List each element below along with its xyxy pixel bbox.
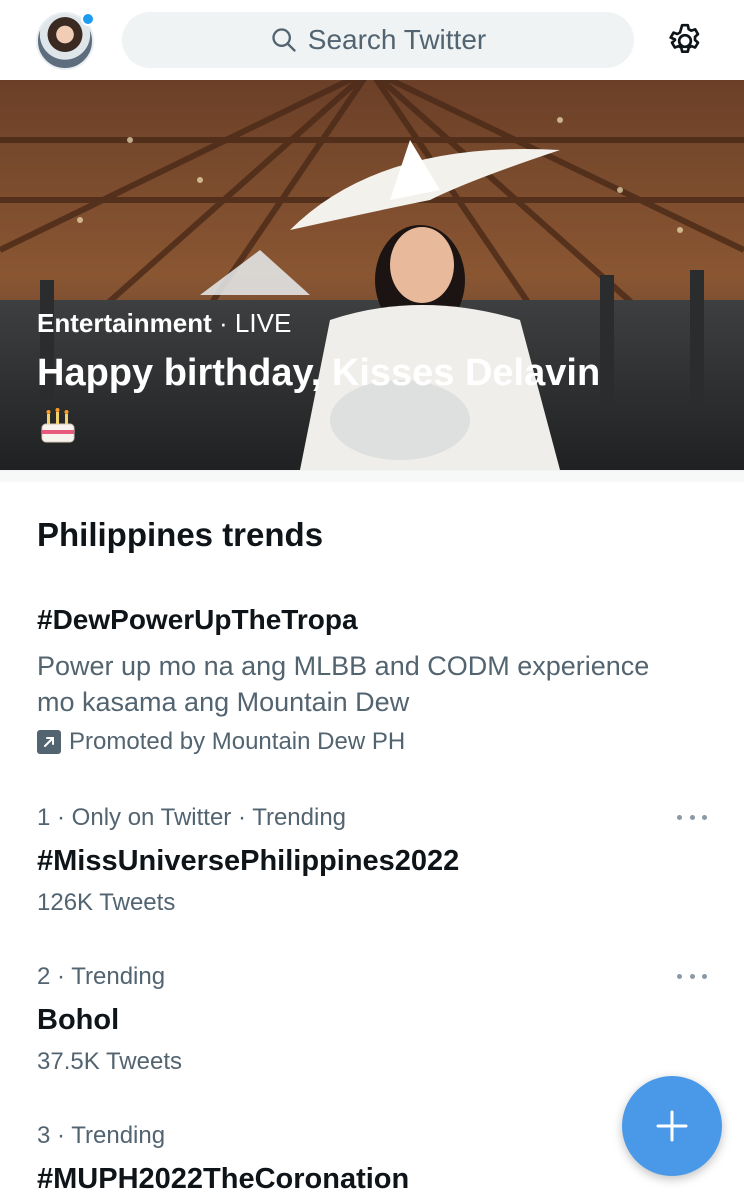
settings-button[interactable]	[664, 20, 706, 62]
trend-name: Bohol	[37, 1004, 120, 1036]
trend-tweet-count: 126K Tweets	[37, 889, 176, 916]
more-options-icon[interactable]	[677, 969, 707, 983]
trend-item[interactable]: 2 · Trending Bohol 37.5K Tweets	[37, 961, 707, 1079]
search-input[interactable]: Search Twitter	[122, 12, 634, 68]
top-bar: Search Twitter	[0, 0, 744, 80]
promoted-by: Promoted by Mountain Dew PH	[37, 728, 405, 756]
trend-item[interactable]: 1 · Only on Twitter · Trending #MissUniv…	[37, 802, 707, 920]
notification-dot	[81, 12, 95, 26]
birthday-cake-icon	[41, 408, 75, 443]
event-photo	[0, 80, 744, 470]
promoted-by-label: Promoted by Mountain Dew PH	[69, 728, 406, 755]
trend-name: #MissUniversePhilippines2022	[37, 845, 460, 877]
section-divider	[0, 470, 744, 482]
trend-meta: 1 · Only on Twitter · Trending	[37, 804, 347, 831]
compose-tweet-button[interactable]	[622, 1076, 722, 1176]
plus-icon	[656, 1110, 688, 1142]
trend-meta: 2 · Trending	[37, 963, 166, 990]
search-placeholder: Search Twitter	[307, 24, 487, 55]
featured-event-card[interactable]: Entertainment · LIVE Happy birthday, Kis…	[0, 80, 744, 470]
more-options-icon[interactable]	[677, 810, 707, 824]
trend-meta: 3 · Trending	[37, 1122, 166, 1149]
gear-icon	[669, 23, 700, 53]
event-title: Happy birthday, Kisses Delavin	[37, 352, 601, 394]
trend-name: #MUPH2022TheCoronation	[37, 1163, 410, 1195]
promoted-description: Power up mo na ang MLBB and CODM experie…	[37, 651, 650, 717]
event-category: Entertainment · LIVE	[37, 308, 292, 338]
twitter-explore-screen: Search Twitter Entertainment · LIVE Happ…	[0, 0, 744, 1200]
trend-tweet-count: 37.5K Tweets	[37, 1048, 182, 1075]
search-icon	[272, 28, 296, 52]
trend-item[interactable]: 3 · Trending #MUPH2022TheCoronation	[37, 1120, 707, 1200]
promoted-hashtag[interactable]: #DewPowerUpTheTropa	[37, 604, 358, 636]
section-title: Philippines trends	[37, 516, 324, 553]
promoted-arrow-icon	[37, 730, 61, 754]
